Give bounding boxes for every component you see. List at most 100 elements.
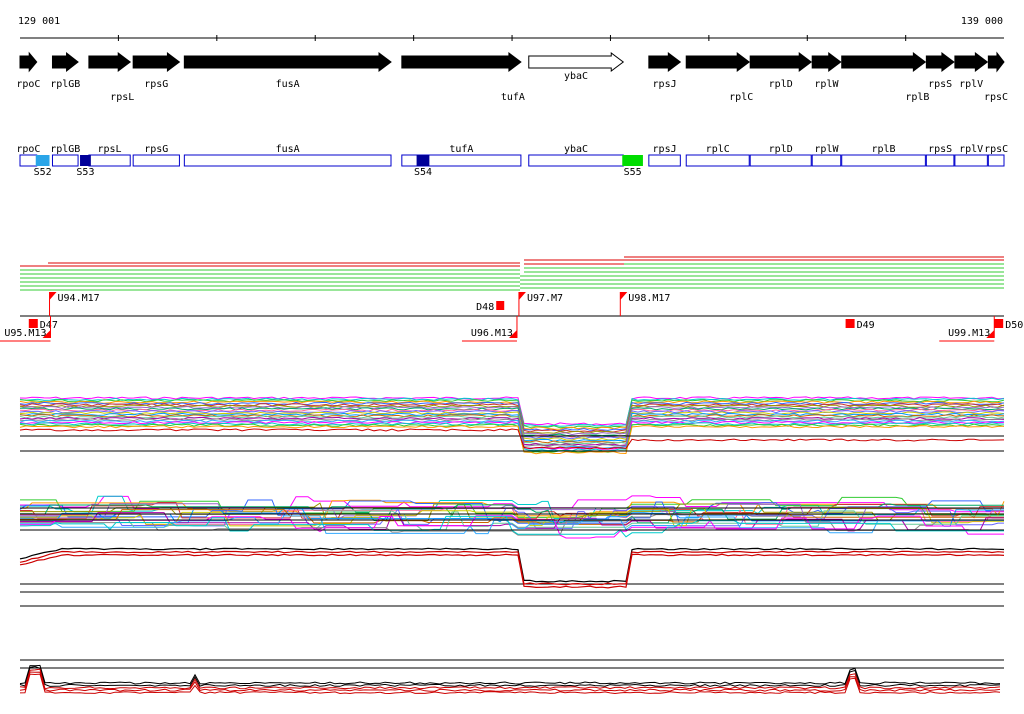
marker-label-U98.M17: U98.M17: [628, 293, 670, 304]
gene-box-label-rplC: rplC: [706, 144, 730, 155]
gene-track: rpoC rplGB rpsL rpsG fusA tufA ybaC rpsJ rplC rpl…: [16, 51, 1008, 103]
gene-label-rplB: rplB: [905, 92, 929, 103]
profile-series-line: [19, 428, 1005, 450]
gene-arrow-rpsC[interactable]: [987, 51, 1005, 73]
genome-browser: 129 001 139 000 rpoC rplGB rpsL rpsG fusA tuf…: [0, 0, 1024, 714]
gene-box-fusA[interactable]: [183, 154, 392, 167]
coordinate-ruler: 129 001 139 000: [18, 16, 1004, 41]
gene-box-rplV[interactable]: [954, 154, 988, 167]
gene-box-label-rpsJ: rpsJ: [653, 144, 677, 155]
gene-box-rplC[interactable]: [685, 154, 750, 167]
gene-arrow-rpsS[interactable]: [925, 52, 955, 72]
marker-label-U94.M17: U94.M17: [58, 293, 100, 304]
profile-series-line: [19, 423, 1005, 453]
alignment-track: [20, 256, 1004, 291]
gene-box-label-rplGB: rplGB: [50, 144, 80, 155]
ruler-start-label: 129 001: [18, 16, 60, 27]
region-label-S53: S53: [76, 167, 94, 178]
gene-arrow-rplD[interactable]: [749, 52, 813, 72]
marker-track: U94.M17 U97.M7 U98.M17D47D48D49 D50U95.M13 U…: [0, 292, 1023, 342]
gene-label-rplW: rplW: [814, 79, 839, 90]
gene-box-label-rplB: rplB: [871, 144, 895, 155]
gene-label-rpoC: rpoC: [16, 79, 40, 90]
marker-label-U95.M13: U95.M13: [4, 328, 46, 339]
marker-flag-D47[interactable]: [28, 319, 38, 328]
gene-label-rpsS: rpsS: [928, 79, 952, 90]
gene-box-rpsC[interactable]: [987, 154, 1005, 167]
region-S55[interactable]: [622, 155, 643, 166]
gene-box-rplD[interactable]: [749, 154, 812, 167]
marker-flag-D49[interactable]: [845, 319, 855, 328]
signal-profile-track-1: [19, 396, 1005, 455]
gene-arrow-rplV[interactable]: [954, 52, 989, 72]
marker-label-D49: D49: [857, 320, 875, 331]
gene-arrow-rplB[interactable]: [841, 52, 927, 72]
gene-arrow-rplC[interactable]: [685, 52, 751, 72]
gene-label-ybaC: ybaC: [564, 71, 588, 82]
marker-label-D48: D48: [476, 302, 494, 313]
gene-box-label-ybaC: ybaC: [564, 144, 588, 155]
gene-label-rpsJ: rpsJ: [653, 79, 677, 90]
gene-arrow-tufA[interactable]: [401, 51, 522, 73]
ruler-end-label: 139 000: [961, 16, 1003, 27]
profile-series-line: [19, 547, 1005, 583]
gene-box-rplGB[interactable]: [51, 154, 79, 167]
gene-box-label-fusA: fusA: [276, 144, 300, 155]
gene-box-label-rplD: rplD: [769, 144, 793, 155]
region-S53[interactable]: [80, 155, 91, 166]
region-label-S52: S52: [34, 167, 52, 178]
profile-series-line: [19, 553, 1005, 589]
gene-arrow-rpoC[interactable]: [19, 51, 38, 73]
gene-label-rpsL: rpsL: [110, 92, 134, 103]
gene-label-tufA: tufA: [501, 92, 525, 103]
gene-box-label-rplW: rplW: [814, 144, 839, 155]
gene-label-rpsC: rpsC: [984, 92, 1008, 103]
signal-profile-track-2: [19, 495, 1005, 607]
gene-label-rplC: rplC: [729, 92, 753, 103]
gene-box-ybaC[interactable]: [528, 154, 624, 167]
marker-flag-U94.M17[interactable]: [49, 292, 57, 300]
region-label-S54: S54: [414, 167, 432, 178]
marker-flag-D50[interactable]: [994, 319, 1004, 328]
gene-box-label-tufA: tufA: [449, 144, 473, 155]
marker-label-U99.M13: U99.M13: [948, 328, 990, 339]
signal-profile-track-3: [19, 659, 1004, 695]
gene-box-rpsJ[interactable]: [648, 154, 681, 167]
gene-box-rpsG[interactable]: [132, 154, 180, 167]
gene-box-label-rpsC: rpsC: [984, 144, 1008, 155]
gene-arrow-rpsL[interactable]: [88, 52, 132, 72]
gene-label-fusA: fusA: [276, 79, 300, 90]
marker-flag-U97.M7[interactable]: [518, 292, 526, 300]
profile-series-line: [19, 550, 1005, 586]
gene-arrow-fusA[interactable]: [183, 52, 392, 72]
marker-label-D50: D50: [1005, 320, 1023, 331]
gene-arrow-rplW[interactable]: [811, 52, 842, 72]
gene-arrow-rplGB[interactable]: [51, 51, 79, 73]
gene-label-rplGB: rplGB: [50, 79, 80, 90]
gene-box-label-rpsG: rpsG: [144, 144, 168, 155]
gene-box-label-rpoC: rpoC: [16, 144, 40, 155]
gene-box-label-rpsS: rpsS: [928, 144, 952, 155]
gene-arrow-ybaC[interactable]: [528, 52, 625, 72]
marker-label-U97.M7: U97.M7: [527, 293, 563, 304]
region-track: rpoC rplGB rpsL rpsG fusA tufA ybaC rpsJ rplC rpl…: [16, 144, 1008, 178]
gene-box-rpsL[interactable]: [88, 154, 131, 167]
gene-box-label-rplV: rplV: [959, 144, 983, 155]
gene-box-label-rpsL: rpsL: [98, 144, 122, 155]
gene-arrow-rpsJ[interactable]: [648, 52, 682, 72]
profile-series-line: [19, 671, 1001, 692]
gene-label-rplD: rplD: [769, 79, 793, 90]
gene-box-rpsS[interactable]: [925, 154, 955, 167]
marker-flag-D48[interactable]: [496, 301, 505, 310]
region-S54[interactable]: [416, 155, 430, 166]
gene-label-rpsG: rpsG: [144, 79, 168, 90]
gene-arrow-rpsG[interactable]: [132, 52, 181, 72]
gene-label-rplV: rplV: [959, 79, 983, 90]
marker-flag-U98.M17[interactable]: [620, 292, 628, 300]
region-S52[interactable]: [35, 155, 50, 166]
marker-label-U96.M13: U96.M13: [471, 328, 513, 339]
gene-box-rplB[interactable]: [841, 154, 926, 167]
gene-box-rplW[interactable]: [811, 154, 842, 167]
gene-box-rpoC[interactable]: [19, 154, 38, 167]
region-label-S55: S55: [624, 167, 642, 178]
